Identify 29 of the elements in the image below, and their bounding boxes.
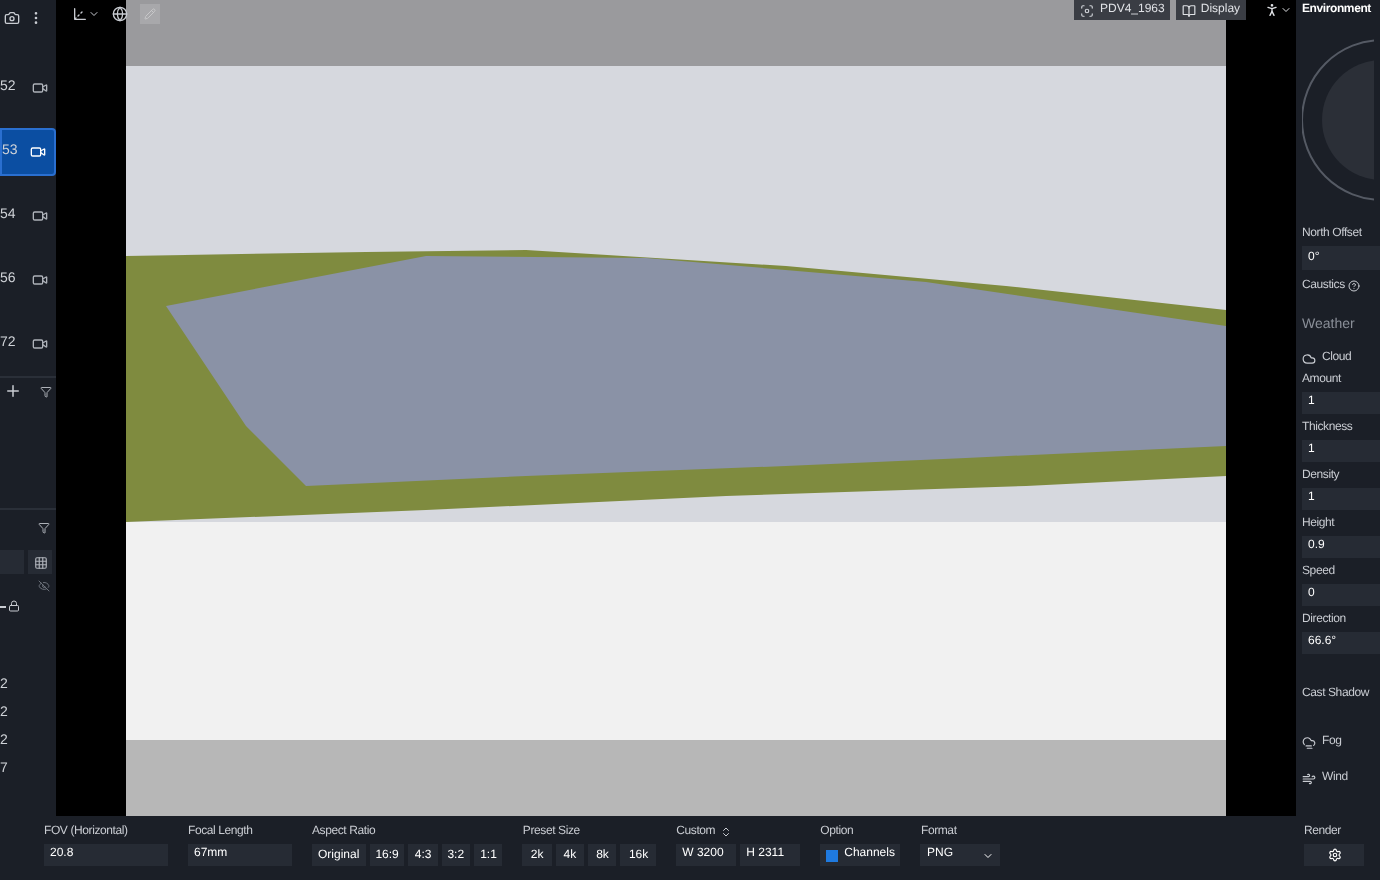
video-camera-icon (32, 336, 48, 352)
video-camera-icon (30, 144, 46, 160)
caret-icon[interactable] (88, 8, 100, 20)
eye-off-icon[interactable] (38, 580, 50, 592)
checkbox[interactable] (826, 849, 839, 861)
lock-icon[interactable] (8, 600, 20, 612)
grid-icon (33, 555, 47, 569)
help-icon[interactable] (1348, 280, 1361, 292)
globe-icon[interactable] (112, 6, 128, 22)
video-camera-icon (32, 208, 48, 224)
caret-icon[interactable] (1280, 4, 1293, 16)
fog-icon (1302, 735, 1316, 749)
settings-icon (1327, 848, 1341, 862)
video-camera-icon (32, 272, 48, 288)
book-icon (1182, 3, 1197, 17)
focus-icon (1080, 3, 1094, 17)
cloud-icon (1302, 351, 1316, 365)
pencil-icon (144, 8, 156, 20)
person-icon[interactable] (1264, 2, 1281, 18)
add-icon[interactable] (4, 382, 22, 400)
axis-icon[interactable] (72, 6, 88, 22)
wind-icon (1302, 771, 1316, 785)
caret-icon (982, 849, 995, 861)
render-settings-button[interactable] (1304, 844, 1364, 866)
grid-view-button[interactable] (28, 550, 52, 574)
filter-icon[interactable] (38, 522, 50, 534)
camera-icon[interactable] (4, 10, 20, 26)
video-camera-icon (32, 80, 48, 96)
filter-icon[interactable] (40, 385, 52, 397)
